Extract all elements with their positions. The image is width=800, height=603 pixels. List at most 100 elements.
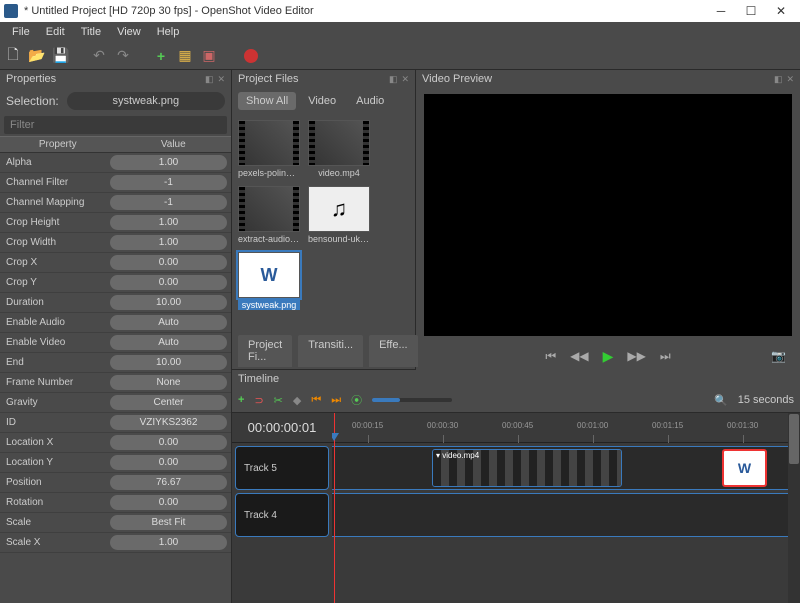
property-row[interactable]: Scale X1.00 — [0, 533, 231, 553]
property-value[interactable]: 0.00 — [110, 455, 227, 470]
jump-start-icon[interactable]: ⏮ — [545, 349, 556, 364]
rewind-icon[interactable]: ◀◀ — [570, 349, 588, 363]
close-panel-icon[interactable]: ✕ — [401, 74, 409, 85]
import-files-icon[interactable]: + — [152, 47, 170, 65]
play-icon[interactable]: ▶ — [603, 348, 614, 365]
zoom-slider[interactable] — [372, 398, 452, 402]
property-row[interactable]: Enable AudioAuto — [0, 313, 231, 333]
property-row[interactable]: Channel Mapping-1 — [0, 193, 231, 213]
new-project-icon[interactable]: 🗋 — [4, 47, 22, 65]
property-row[interactable]: Crop Y0.00 — [0, 273, 231, 293]
file-item[interactable]: ♫bensound-ukul... — [308, 186, 370, 244]
menu-view[interactable]: View — [109, 24, 149, 40]
preview-viewport[interactable] — [424, 94, 792, 336]
property-value[interactable]: 0.00 — [110, 255, 227, 270]
property-row[interactable]: ScaleBest Fit — [0, 513, 231, 533]
jump-end-icon[interactable]: ⏭ — [660, 349, 671, 364]
marker-icon[interactable]: ◆ — [293, 394, 301, 407]
property-row[interactable]: Frame NumberNone — [0, 373, 231, 393]
property-row[interactable]: Crop X0.00 — [0, 253, 231, 273]
property-row[interactable]: Enable VideoAuto — [0, 333, 231, 353]
property-value[interactable]: Auto — [110, 335, 227, 350]
property-row[interactable]: Crop Width1.00 — [0, 233, 231, 253]
playhead[interactable] — [334, 413, 335, 603]
property-value[interactable]: 10.00 — [110, 295, 227, 310]
close-panel-icon[interactable]: ✕ — [217, 74, 225, 85]
property-value[interactable]: Center — [110, 395, 227, 410]
export-icon[interactable] — [242, 47, 260, 65]
property-row[interactable]: Duration10.00 — [0, 293, 231, 313]
timeline-canvas[interactable]: 00:00:1500:00:3000:00:4500:01:0000:01:15… — [332, 413, 788, 603]
property-value[interactable]: Best Fit — [110, 515, 227, 530]
timeline-scrollbar[interactable] — [788, 413, 800, 603]
close-button[interactable]: ✕ — [766, 0, 796, 22]
tab-audio[interactable]: Audio — [348, 92, 392, 110]
tab-transitions[interactable]: Transiti... — [298, 335, 363, 367]
save-project-icon[interactable]: 💾 — [52, 47, 70, 65]
menu-title[interactable]: Title — [73, 24, 109, 40]
property-row[interactable]: Channel Filter-1 — [0, 173, 231, 193]
property-value[interactable]: 0.00 — [110, 275, 227, 290]
time-ruler[interactable]: 00:00:1500:00:3000:00:4500:01:0000:01:15… — [332, 413, 788, 443]
minimize-button[interactable]: ─ — [706, 0, 736, 22]
tab-effects[interactable]: Effe... — [369, 335, 418, 367]
property-value[interactable]: 1.00 — [110, 215, 227, 230]
razor-icon[interactable]: ✂ — [274, 394, 283, 407]
fast-forward-icon[interactable]: ▶▶ — [627, 349, 645, 363]
property-row[interactable]: End10.00 — [0, 353, 231, 373]
track-label[interactable]: Track 5 — [235, 446, 329, 490]
snap-icon[interactable]: ⊃ — [254, 394, 263, 407]
undock-icon[interactable]: ◧ — [774, 74, 783, 85]
property-row[interactable]: Alpha1.00 — [0, 153, 231, 173]
prev-marker-icon[interactable]: ⏮ — [311, 394, 321, 407]
property-value[interactable]: -1 — [110, 195, 227, 210]
property-value[interactable]: 1.00 — [110, 535, 227, 550]
file-item[interactable]: pexels-polina-ta... — [238, 120, 300, 178]
property-row[interactable]: Rotation0.00 — [0, 493, 231, 513]
snapshot-icon[interactable]: 📷 — [771, 349, 786, 363]
property-value[interactable]: Auto — [110, 315, 227, 330]
property-value[interactable]: 1.00 — [110, 235, 227, 250]
property-value[interactable]: 0.00 — [110, 495, 227, 510]
menu-edit[interactable]: Edit — [38, 24, 73, 40]
property-row[interactable]: Crop Height1.00 — [0, 213, 231, 233]
property-value[interactable]: 76.67 — [110, 475, 227, 490]
property-value[interactable]: 0.00 — [110, 435, 227, 450]
property-row[interactable]: Location Y0.00 — [0, 453, 231, 473]
selection-dropdown[interactable]: systweak.png — [67, 92, 225, 110]
tab-video[interactable]: Video — [300, 92, 344, 110]
property-row[interactable]: GravityCenter — [0, 393, 231, 413]
file-item[interactable]: video.mp4 — [308, 120, 370, 178]
undock-icon[interactable]: ◧ — [205, 74, 214, 85]
track-row[interactable] — [332, 493, 788, 537]
undo-icon[interactable]: ↶ — [90, 47, 108, 65]
undock-icon[interactable]: ◧ — [389, 74, 398, 85]
close-panel-icon[interactable]: ✕ — [786, 74, 794, 85]
add-track-icon[interactable]: + — [238, 394, 244, 406]
track-row[interactable]: ▾ video.mp4 W▾ syst... — [332, 446, 788, 490]
menu-file[interactable]: File — [4, 24, 38, 40]
property-value[interactable]: 1.00 — [110, 155, 227, 170]
tab-show-all[interactable]: Show All — [238, 92, 296, 110]
timeline-clip[interactable]: W▾ syst... — [722, 449, 767, 487]
filter-input[interactable]: Filter — [4, 116, 227, 134]
property-row[interactable]: IDVZIYKS2362 — [0, 413, 231, 433]
center-playhead-icon[interactable]: ⦿ — [351, 392, 362, 408]
property-value[interactable]: VZIYKS2362 — [110, 415, 227, 430]
profile-icon[interactable]: ▦ — [176, 47, 194, 65]
menu-help[interactable]: Help — [149, 24, 188, 40]
property-value[interactable]: None — [110, 375, 227, 390]
property-row[interactable]: Position76.67 — [0, 473, 231, 493]
redo-icon[interactable]: ↷ — [114, 47, 132, 65]
property-value[interactable]: 10.00 — [110, 355, 227, 370]
zoom-duration-icon[interactable]: 🔍 — [714, 394, 728, 407]
property-value[interactable]: -1 — [110, 175, 227, 190]
track-label[interactable]: Track 4 — [235, 493, 329, 537]
next-marker-icon[interactable]: ⏭ — [331, 394, 341, 407]
maximize-button[interactable]: ☐ — [736, 0, 766, 22]
timeline-clip[interactable]: ▾ video.mp4 — [432, 449, 622, 487]
open-project-icon[interactable]: 📂 — [28, 47, 46, 65]
file-item[interactable]: Wsystweak.png — [238, 252, 300, 310]
fullscreen-icon[interactable]: ▣ — [200, 47, 218, 65]
tab-project-files[interactable]: Project Fi... — [238, 335, 292, 367]
